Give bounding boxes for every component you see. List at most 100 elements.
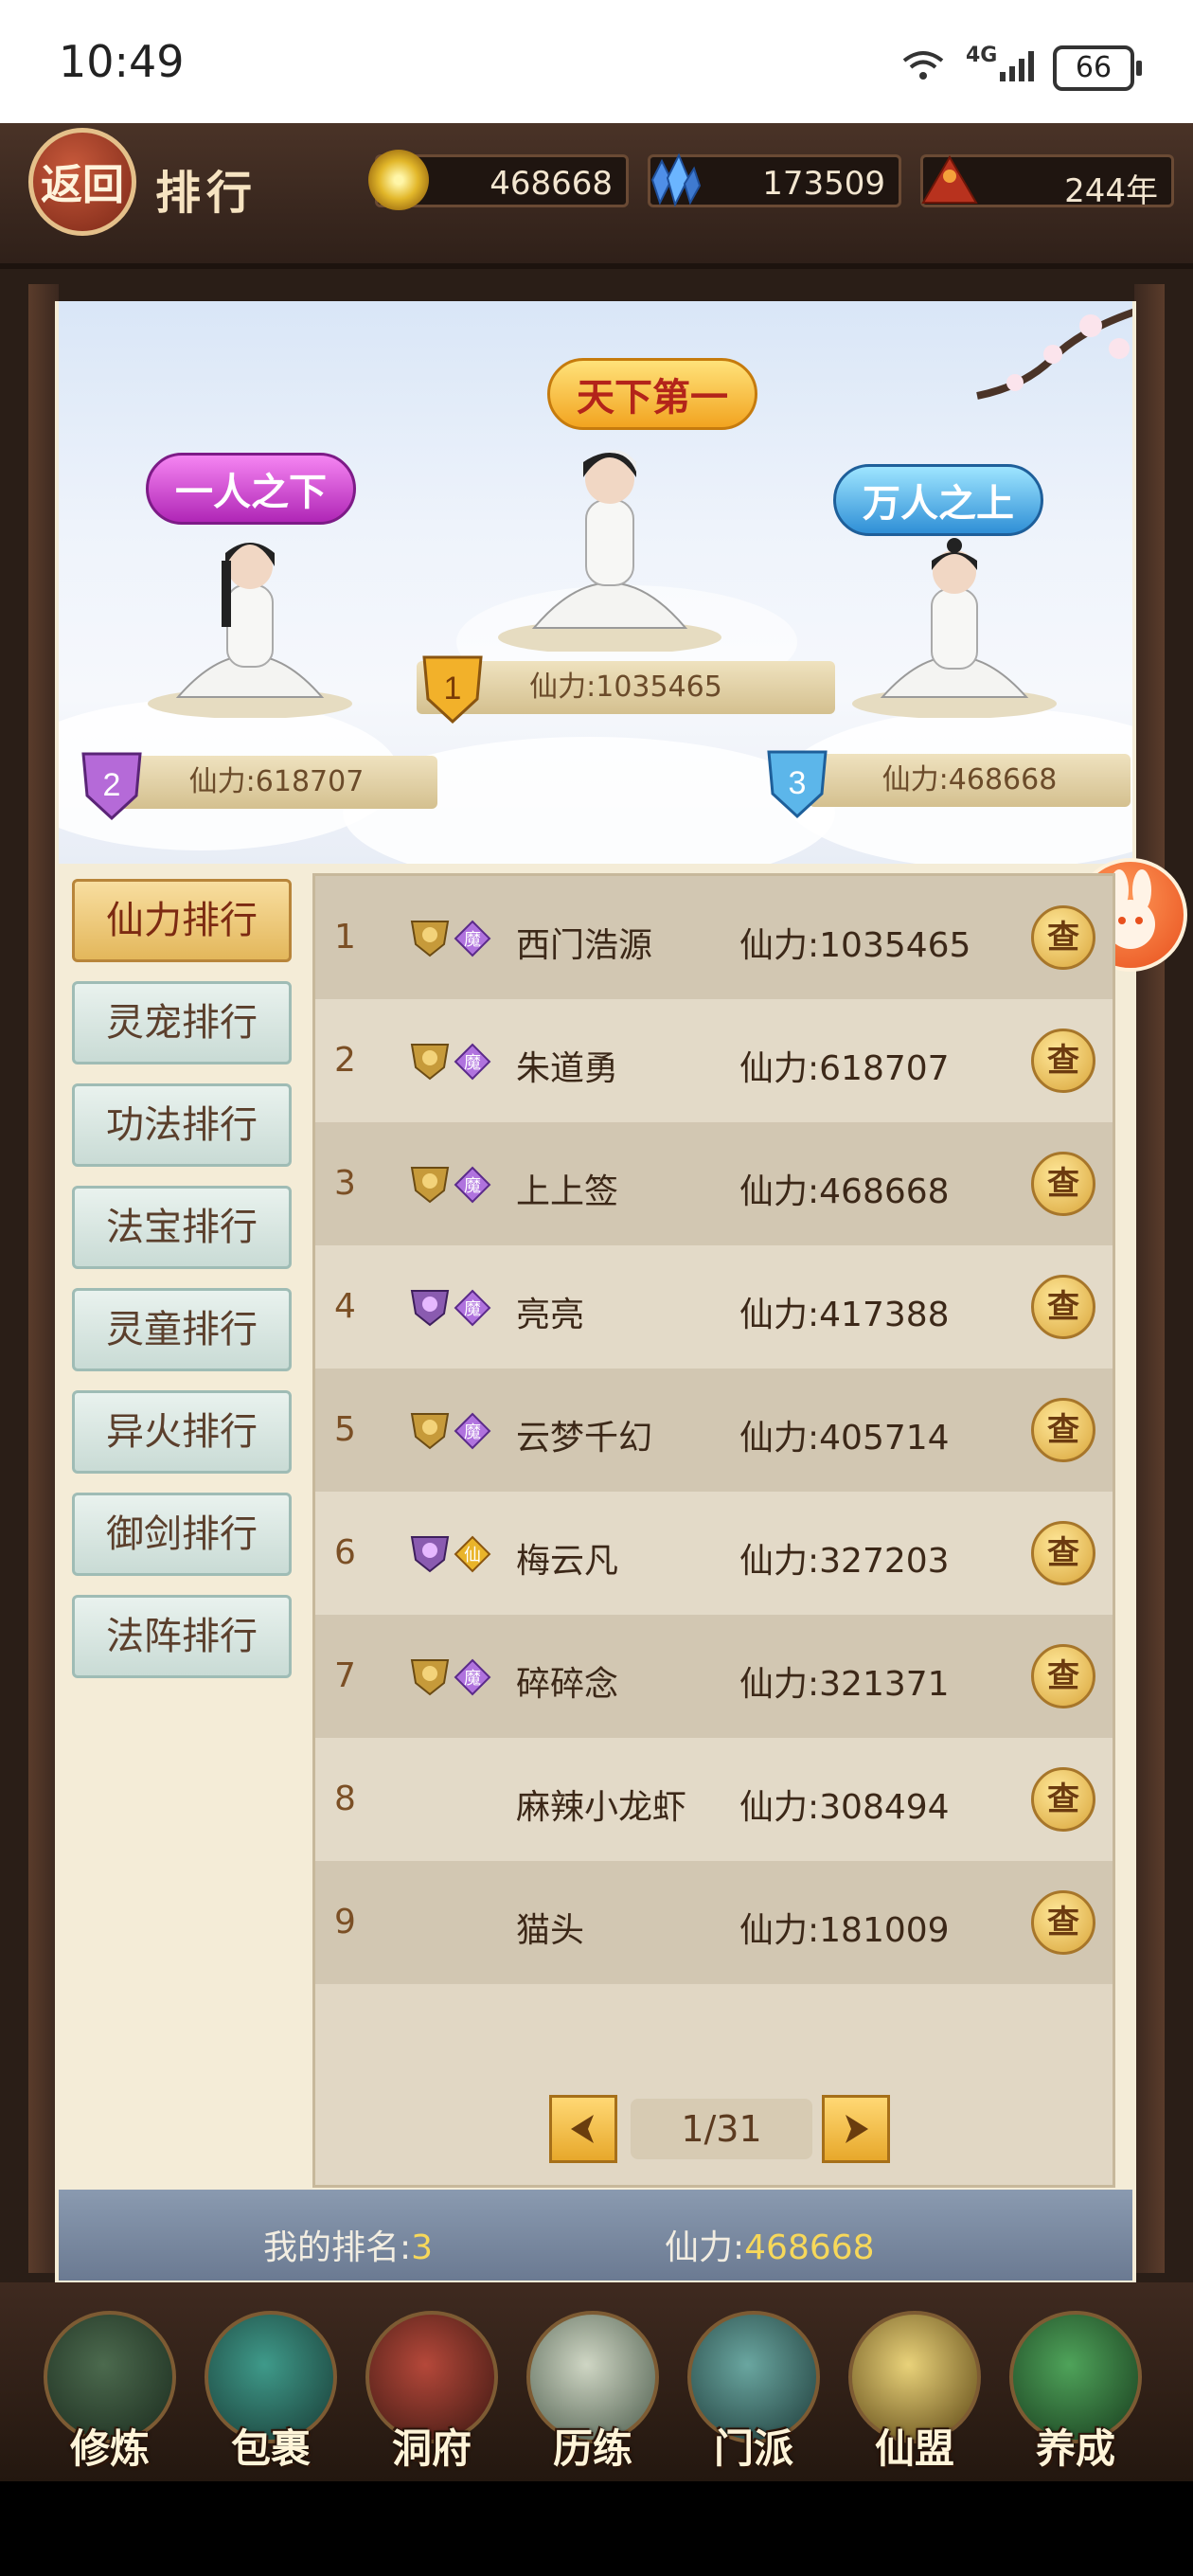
player-power: 仙力:1035465 [739, 926, 971, 965]
faction-tag-icon: 魔 [454, 1289, 491, 1327]
age-value: 244年 [1064, 172, 1158, 210]
table-row: 3 魔 上上签 仙力:468668 查 [315, 1122, 1113, 1245]
title-first: 天下第一 [547, 358, 757, 430]
gold-medal-icon [410, 921, 450, 957]
gold-medal-icon [410, 1413, 450, 1450]
second-place-character[interactable] [146, 519, 354, 718]
tab-child-ranking[interactable]: 灵童排行 [72, 1288, 292, 1371]
nav-cultivate-label: 修炼 [69, 2425, 150, 2472]
next-page-button[interactable] [822, 2095, 890, 2163]
view-button[interactable]: 查 [1031, 1398, 1095, 1462]
view-button[interactable]: 查 [1031, 1644, 1095, 1708]
prev-page-button[interactable] [549, 2095, 617, 2163]
my-rank: 我的排名:3 [263, 2220, 433, 2269]
rank-1-shield-icon: 1 [418, 650, 487, 725]
tab-power-ranking[interactable]: 仙力排行 [72, 879, 292, 962]
faction-tag-icon: 魔 [454, 1412, 491, 1450]
podium-banner: 天下第一 一人之下 万人之上 仙力:1035465 仙力:618707 仙力:4… [59, 301, 1132, 864]
second-power-plate: 仙力:618707 [116, 756, 437, 809]
table-row: 8 麻辣小龙虾 仙力:308494 查 [315, 1738, 1113, 1861]
signal-type: 4G [966, 44, 998, 67]
view-button[interactable]: 查 [1031, 1521, 1095, 1585]
tab-sword-ranking[interactable]: 御剑排行 [72, 1493, 292, 1576]
table-row: 2 魔 朱道勇 仙力:618707 查 [315, 999, 1113, 1122]
view-button[interactable]: 查 [1031, 1029, 1095, 1093]
row-rank: 1 [334, 918, 356, 957]
table-row: 1 魔 西门浩源 仙力:1035465 查 [315, 876, 1113, 999]
plum-branch-icon [976, 308, 1132, 400]
third-power-plate: 仙力:468668 [809, 754, 1131, 807]
nav-develop[interactable]: 养成 [1004, 2311, 1148, 2472]
nav-sect-label: 门派 [713, 2425, 793, 2472]
my-rank-label: 我的排名: [263, 2228, 412, 2267]
svg-text:魔: 魔 [464, 1669, 481, 1689]
age-counter: 244年 [920, 154, 1174, 210]
player-name: 碎碎念 [516, 1665, 619, 1704]
player-power: 仙力:405714 [739, 1419, 950, 1458]
wifi-icon [901, 47, 945, 92]
player-name: 猫头 [516, 1911, 585, 1950]
svg-text:魔: 魔 [464, 1176, 481, 1196]
arrow-right-icon [846, 2115, 868, 2143]
player-name: 亮亮 [516, 1296, 585, 1334]
view-button[interactable]: 查 [1031, 1275, 1095, 1339]
table-row: 6 仙 梅云凡 仙力:327203 查 [315, 1492, 1113, 1615]
row-rank: 6 [334, 1533, 356, 1572]
nav-cave[interactable]: 洞府 [360, 2311, 504, 2472]
frame-right [1134, 284, 1165, 2273]
gold-medal-icon [410, 1659, 450, 1696]
nav-adventure-label: 历练 [552, 2425, 632, 2472]
view-button[interactable]: 查 [1031, 1890, 1095, 1955]
tab-pet-ranking[interactable]: 灵宠排行 [72, 981, 292, 1064]
page-indicator: 1/31 [631, 2099, 812, 2159]
crystal-icon [650, 152, 702, 207]
player-power: 仙力:618707 [739, 1049, 950, 1088]
nav-adventure[interactable]: 历练 [521, 2311, 665, 2472]
table-row: 9 猫头 仙力:181009 查 [315, 1861, 1113, 1984]
svg-text:仙: 仙 [464, 1546, 481, 1565]
player-name: 云梦千幻 [516, 1419, 653, 1458]
coin-icon [368, 150, 429, 210]
row-rank: 5 [334, 1410, 356, 1449]
nav-cave-label: 洞府 [391, 2425, 472, 2472]
svg-text:魔: 魔 [464, 1053, 481, 1073]
my-power: 仙力:468668 [665, 2220, 875, 2269]
faction-tag-icon: 仙 [454, 1535, 491, 1573]
my-power-label: 仙力: [665, 2228, 745, 2267]
faction-tag-icon: 魔 [454, 1043, 491, 1081]
battery-indicator: 66 [1053, 45, 1142, 91]
first-place-character[interactable] [496, 424, 723, 652]
page-title: 排行 [155, 167, 258, 220]
nav-bag-label: 包裹 [230, 2425, 311, 2472]
nav-sect[interactable]: 门派 [682, 2311, 826, 2472]
svg-text:魔: 魔 [464, 930, 481, 950]
nav-cultivate[interactable]: 修炼 [38, 2311, 182, 2472]
view-button[interactable]: 查 [1031, 1152, 1095, 1216]
row-rank: 4 [334, 1287, 356, 1326]
nav-alliance-label: 仙盟 [874, 2425, 954, 2472]
table-row: 5 魔 云梦千幻 仙力:405714 查 [315, 1368, 1113, 1492]
purple-medal-icon [410, 1536, 450, 1573]
tab-skill-ranking[interactable]: 功法排行 [72, 1083, 292, 1167]
gold-medal-icon [410, 1167, 450, 1204]
nav-bag[interactable]: 包裹 [199, 2311, 343, 2472]
faction-tag-icon: 魔 [454, 920, 491, 957]
third-place-character[interactable] [850, 528, 1059, 718]
coin-value: 468668 [490, 165, 613, 203]
back-button[interactable]: 返回 [28, 128, 136, 236]
view-button[interactable]: 查 [1031, 1767, 1095, 1832]
player-power: 仙力:327203 [739, 1542, 950, 1581]
rank-2-shield-icon: 2 [78, 746, 146, 822]
tab-fire-ranking[interactable]: 异火排行 [72, 1390, 292, 1474]
tab-treasure-ranking[interactable]: 法宝排行 [72, 1186, 292, 1269]
svg-text:2: 2 [103, 767, 121, 803]
table-row: 7 魔 碎碎念 仙力:321371 查 [315, 1615, 1113, 1738]
nav-alliance[interactable]: 仙盟 [843, 2311, 987, 2472]
player-name: 麻辣小龙虾 [516, 1788, 687, 1827]
tab-formation-ranking[interactable]: 法阵排行 [72, 1595, 292, 1678]
player-name: 西门浩源 [516, 926, 653, 965]
arrow-left-icon [571, 2115, 594, 2143]
status-clock: 10:49 [59, 36, 185, 87]
title-third: 万人之上 [833, 464, 1043, 536]
view-button[interactable]: 查 [1031, 905, 1095, 970]
